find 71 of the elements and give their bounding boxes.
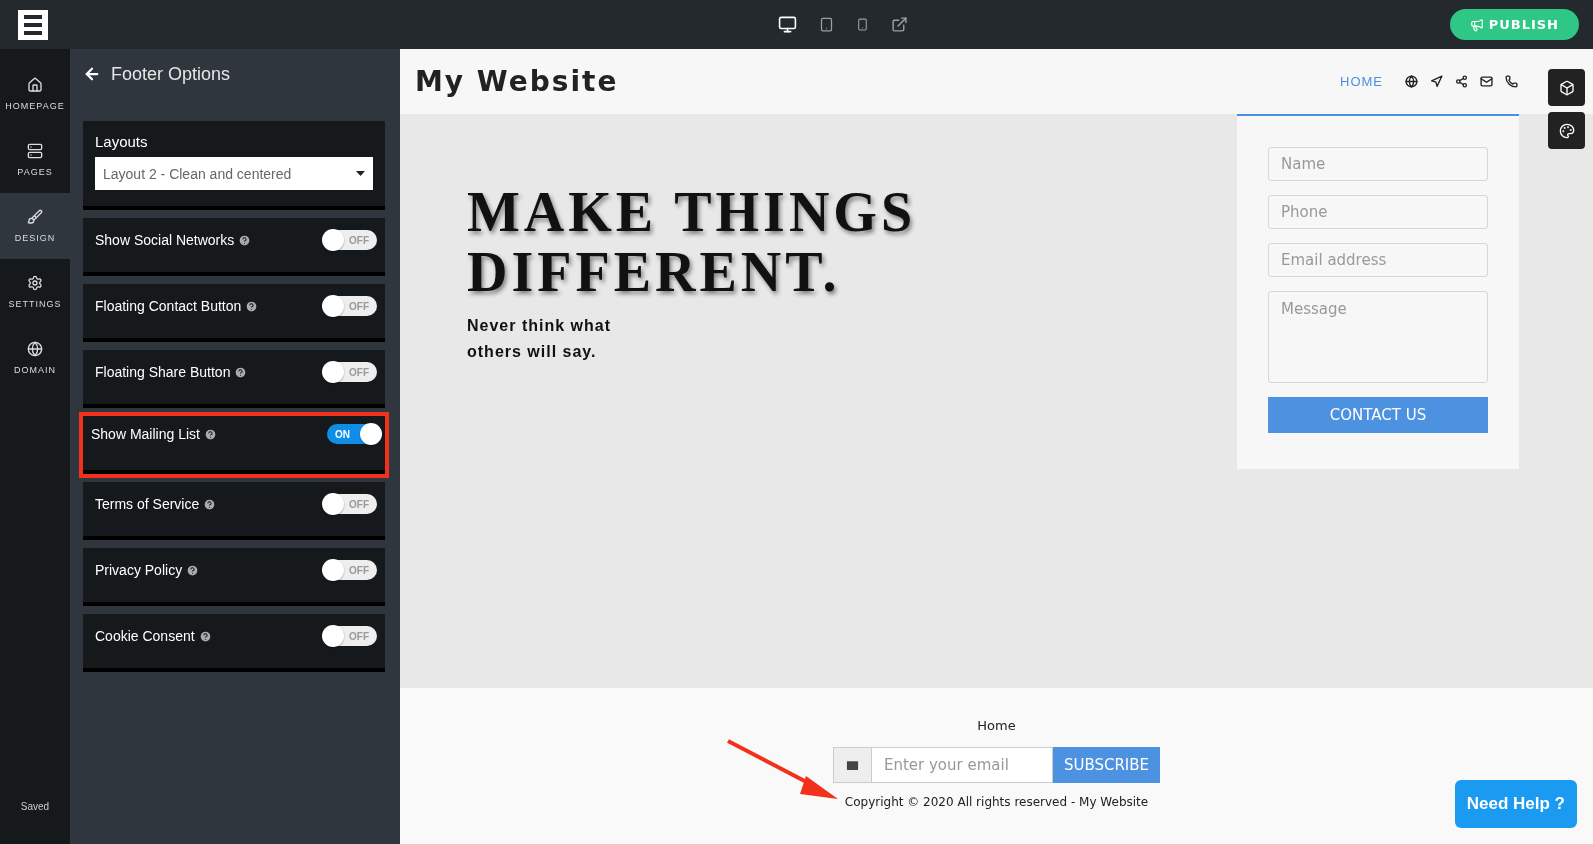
help-icon[interactable] (203, 498, 217, 511)
globe-icon[interactable] (1405, 75, 1418, 88)
settings-icon (27, 275, 43, 291)
cube-icon (1558, 79, 1575, 96)
rail-label: SETTINGS (8, 299, 62, 309)
home-icon (27, 77, 43, 93)
rail-label: DOMAIN (14, 365, 56, 375)
mail-icon[interactable] (1480, 75, 1493, 88)
help-icon[interactable] (238, 234, 252, 247)
message-field[interactable]: Message (1268, 291, 1488, 383)
nav-link[interactable]: HOME (1340, 74, 1383, 89)
site-title: My Website (415, 65, 619, 98)
subscribe-button[interactable]: SUBSCRIBE (1052, 747, 1161, 783)
toggle-switch[interactable]: OFF (323, 560, 377, 580)
rail-item[interactable]: PAGES (0, 127, 70, 193)
help-icon[interactable] (234, 366, 248, 379)
option-label: Terms of Service (95, 496, 217, 512)
rail-item[interactable]: HOMEPAGE (0, 61, 70, 127)
panel-title: Footer Options (111, 63, 231, 85)
input-field[interactable]: Name (1268, 147, 1488, 181)
rail-label: DESIGN (14, 233, 56, 243)
input-field[interactable]: Email address (1268, 243, 1488, 277)
help-icon[interactable] (198, 630, 212, 643)
globe-icon (27, 341, 43, 357)
caret-icon (356, 171, 365, 176)
save-status: Saved (19, 801, 51, 812)
share-icon[interactable] (1455, 75, 1468, 88)
toggle-switch[interactable]: OFF (323, 362, 377, 382)
palette-icon (1558, 122, 1575, 139)
email-field[interactable]: Enter your email (871, 747, 1053, 783)
option-label: Privacy Policy (95, 562, 200, 578)
toggle-switch[interactable]: OFF (323, 626, 377, 646)
rail-item[interactable]: DESIGN (0, 193, 70, 259)
server-icon (27, 143, 43, 159)
hero-subtitle: Never think what others will say. (467, 315, 613, 362)
option-label: Floating Share Button (95, 364, 248, 380)
logo-icon[interactable] (18, 9, 48, 40)
brush-icon (27, 209, 43, 225)
hero-title: MAKE THINGS DIFFERENT. (467, 182, 918, 303)
phone-icon[interactable] (1505, 75, 1518, 88)
help-icon[interactable] (203, 428, 217, 441)
toggle-switch[interactable]: OFF (323, 296, 377, 316)
toggle-switch[interactable]: ON (327, 424, 381, 444)
option-label: Floating Contact Button (95, 298, 259, 314)
palette-tool-button[interactable] (1548, 112, 1585, 149)
layout-select[interactable]: Layout 2 - Clean and centered (95, 157, 373, 190)
layouts-label: Layouts (95, 133, 149, 150)
input-field[interactable]: Phone (1268, 195, 1488, 229)
rail-label: HOMEPAGE (5, 101, 65, 111)
location-arrow-icon[interactable] (1430, 75, 1443, 88)
help-button[interactable]: Need Help ? (1454, 780, 1577, 828)
megaphone-icon (1469, 17, 1484, 32)
publish-button[interactable]: PUBLISH (1449, 9, 1579, 40)
rail-item[interactable]: SETTINGS (0, 259, 70, 325)
rail-label: PAGES (17, 167, 53, 177)
copyright-text: Copyright © 2020 All rights reserved - My Website (844, 795, 1149, 809)
cube-tool-button[interactable] (1548, 69, 1585, 106)
option-label: Show Social Networks (95, 232, 252, 248)
toggle-switch[interactable]: OFF (323, 494, 377, 514)
option-label: Cookie Consent (95, 628, 212, 644)
tablet-icon[interactable] (819, 17, 834, 32)
external-link-icon[interactable] (891, 16, 908, 33)
rail-item[interactable]: DOMAIN (0, 325, 70, 391)
toggle-switch[interactable]: OFF (323, 230, 377, 250)
mail-icon (832, 747, 872, 783)
option-label: Show Mailing List (91, 426, 217, 442)
footer-link[interactable]: Home (977, 718, 1016, 733)
desktop-icon[interactable] (778, 15, 797, 34)
help-icon[interactable] (186, 564, 200, 577)
contact-button[interactable]: CONTACT US (1268, 397, 1488, 433)
help-icon[interactable] (245, 300, 259, 313)
